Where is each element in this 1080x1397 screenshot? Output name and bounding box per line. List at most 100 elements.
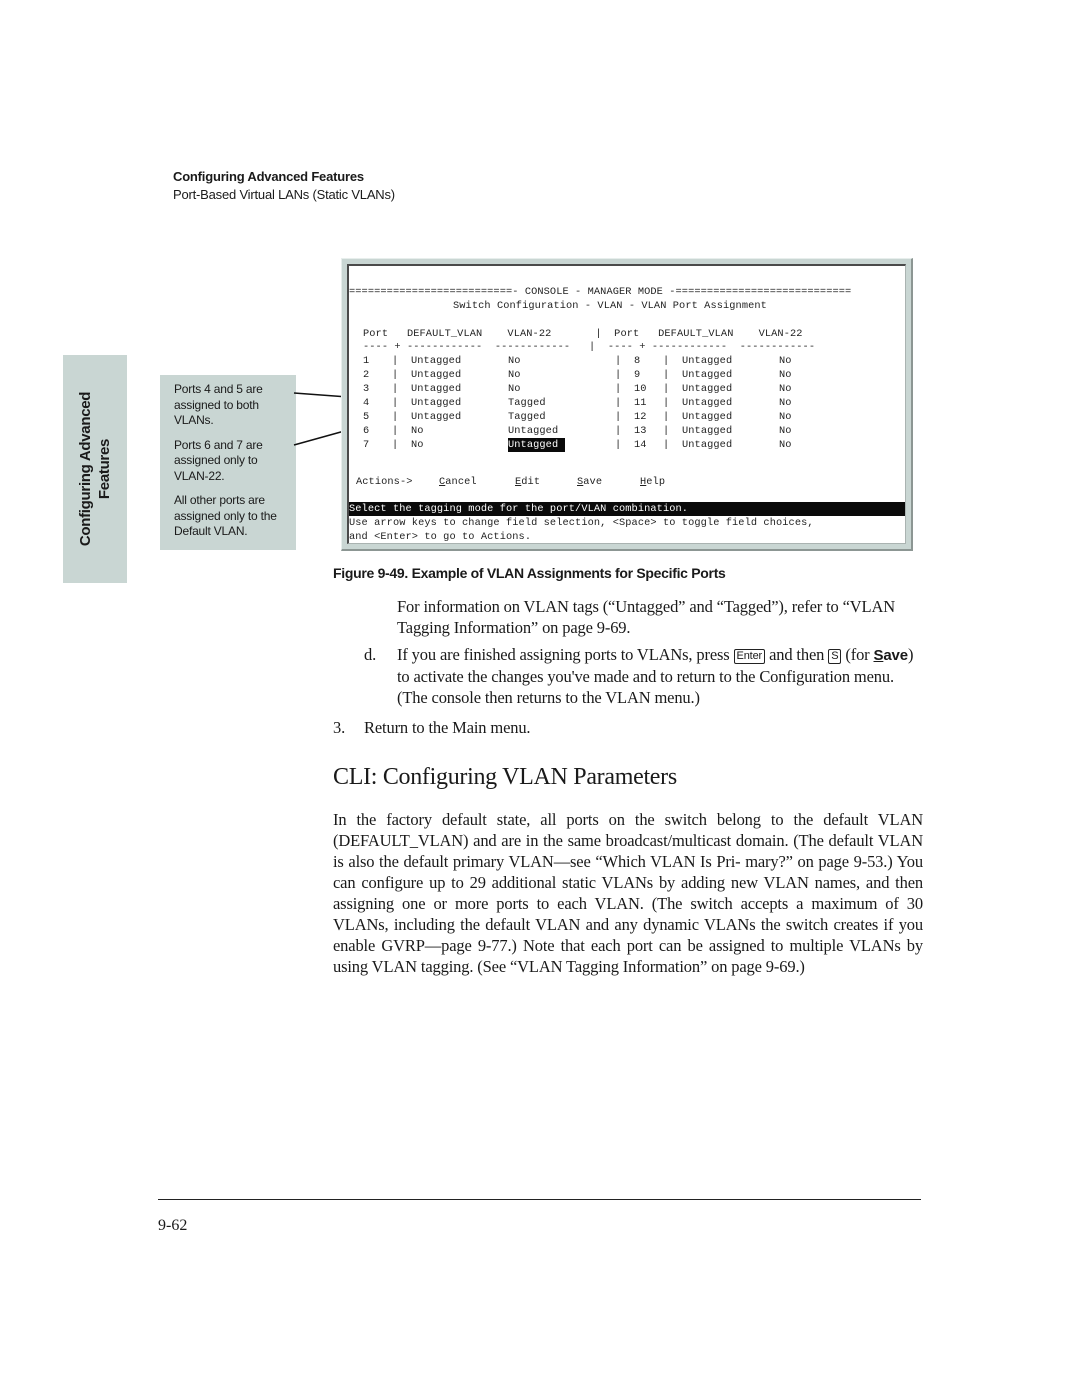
callout-ports-6-7: Ports 6 and 7 are assigned only to VLAN-… <box>174 437 263 483</box>
column-separator: | <box>615 369 622 381</box>
vlan22-cell[interactable]: Untagged <box>508 424 558 438</box>
console-subtitle: Switch Configuration - VLAN - VLAN Port … <box>453 300 767 312</box>
step-d-text-3: (for <box>845 645 870 664</box>
vlan22-cell[interactable]: No <box>779 424 792 438</box>
s-key-icon: S <box>828 649 842 664</box>
chapter-side-tab: Configuring Advanced Features <box>63 355 127 583</box>
figure-caption: Figure 9-49. Example of VLAN Assignments… <box>333 565 726 581</box>
console-window: ==========================- CONSOLE - MA… <box>341 258 913 551</box>
column-separator: | <box>392 355 399 367</box>
vlan22-cell[interactable]: No <box>779 438 792 452</box>
port-number: 8 <box>634 355 641 367</box>
port-number: 12 <box>634 411 647 423</box>
column-separator: | <box>615 383 622 395</box>
column-separator: | <box>663 439 670 451</box>
column-separator: | <box>663 383 670 395</box>
section-heading: CLI: Configuring VLAN Parameters <box>333 764 677 790</box>
action-save[interactable]: Save <box>577 475 602 489</box>
port-number: 10 <box>634 383 647 395</box>
enter-key-icon: Enter <box>733 649 766 664</box>
vlan22-cell[interactable]: Tagged <box>508 396 546 410</box>
page-number: 9-62 <box>158 1217 188 1234</box>
column-separator: | <box>392 425 399 437</box>
console-screen: ==========================- CONSOLE - MA… <box>347 264 906 544</box>
action-save-rest: ave <box>583 476 603 488</box>
port-number: 13 <box>634 425 647 437</box>
column-separator: | <box>392 397 399 409</box>
column-separator: | <box>392 369 399 381</box>
column-separator: | <box>615 439 622 451</box>
actions-label: Actions-> <box>356 476 413 488</box>
default-vlan-cell[interactable]: Untagged <box>682 438 732 452</box>
vlan22-cell[interactable]: No <box>779 396 792 410</box>
action-edit[interactable]: Edit <box>515 475 540 489</box>
vlan22-cell[interactable]: No <box>508 368 521 382</box>
default-vlan-cell[interactable]: Untagged <box>682 382 732 396</box>
action-cancel[interactable]: Cancel <box>439 475 477 489</box>
port-number: 5 <box>363 411 370 423</box>
action-help[interactable]: Help <box>640 475 665 489</box>
console-table-divider: ---- + ------------ ------------ | ---- … <box>363 341 816 353</box>
step-3-text: Return to the Main menu. <box>364 718 531 737</box>
vlan22-cell[interactable]: Tagged <box>508 410 546 424</box>
footer-rule <box>158 1199 921 1200</box>
default-vlan-cell[interactable]: Untagged <box>411 354 461 368</box>
running-head-section: Port-Based Virtual LANs (Static VLANs) <box>173 187 395 202</box>
column-separator: | <box>663 369 670 381</box>
side-tab-line1: Configuring Advanced <box>77 391 94 547</box>
default-vlan-cell[interactable]: No <box>411 438 424 452</box>
action-edit-rest: dit <box>521 476 541 488</box>
step-d-text-1: If you are finished assigning ports to V… <box>397 645 730 664</box>
column-separator: | <box>663 355 670 367</box>
port-number: 1 <box>363 355 370 367</box>
column-separator: | <box>615 397 622 409</box>
default-vlan-cell[interactable]: Untagged <box>682 424 732 438</box>
default-vlan-cell[interactable]: Untagged <box>682 396 732 410</box>
default-vlan-cell[interactable]: Untagged <box>411 396 461 410</box>
callout-ports-4-5: Ports 4 and 5 are assigned to both VLANs… <box>174 382 263 427</box>
column-separator: | <box>615 425 622 437</box>
default-vlan-cell[interactable]: Untagged <box>682 354 732 368</box>
side-tab-label: Configuring Advanced Features <box>76 392 114 546</box>
vlan22-cell[interactable]: No <box>779 382 792 396</box>
port-number: 14 <box>634 439 647 451</box>
vlan22-cell[interactable]: No <box>779 410 792 424</box>
column-separator: | <box>392 411 399 423</box>
default-vlan-cell[interactable]: No <box>411 424 424 438</box>
column-separator: | <box>663 411 670 423</box>
step-d-label: d. <box>364 645 377 664</box>
save-command-rest: ave <box>883 647 908 664</box>
action-cancel-rest: ancel <box>445 476 477 488</box>
callout-other-ports: All other ports are assigned only to the… <box>174 493 277 538</box>
vlan22-cell[interactable]: Untagged <box>508 438 565 452</box>
column-separator: | <box>663 425 670 437</box>
console-table-header: Port DEFAULT_VLAN VLAN-22 | Port DEFAULT… <box>363 328 803 340</box>
default-vlan-cell[interactable]: Untagged <box>682 410 732 424</box>
default-vlan-cell[interactable]: Untagged <box>411 382 461 396</box>
vlan22-cell[interactable]: No <box>508 382 521 396</box>
console-help-line-1: Use arrow keys to change field selection… <box>349 517 814 529</box>
port-number: 9 <box>634 369 641 381</box>
vlan22-cell[interactable]: No <box>779 354 792 368</box>
console-status-line: Select the tagging mode for the port/VLA… <box>349 502 905 516</box>
save-command-hotkey: S <box>873 647 884 664</box>
port-number: 4 <box>363 397 370 409</box>
port-number: 11 <box>634 397 647 409</box>
port-number: 2 <box>363 369 370 381</box>
console-title-line: ==========================- CONSOLE - MA… <box>349 286 852 298</box>
column-separator: | <box>392 439 399 451</box>
step-d-text-2: and then <box>769 645 825 664</box>
running-head-chapter: Configuring Advanced Features <box>173 169 364 184</box>
port-number: 7 <box>363 439 370 451</box>
column-separator: | <box>663 397 670 409</box>
step-3-label: 3. <box>333 718 346 737</box>
default-vlan-cell[interactable]: Untagged <box>682 368 732 382</box>
default-vlan-cell[interactable]: Untagged <box>411 368 461 382</box>
default-vlan-cell[interactable]: Untagged <box>411 410 461 424</box>
vlan22-cell[interactable]: No <box>508 354 521 368</box>
column-separator: | <box>392 383 399 395</box>
vlan22-cell[interactable]: No <box>779 368 792 382</box>
column-separator: | <box>615 411 622 423</box>
save-command: Save <box>873 647 909 664</box>
figure-callout-box: Ports 4 and 5 are assigned to both VLANs… <box>160 375 296 550</box>
